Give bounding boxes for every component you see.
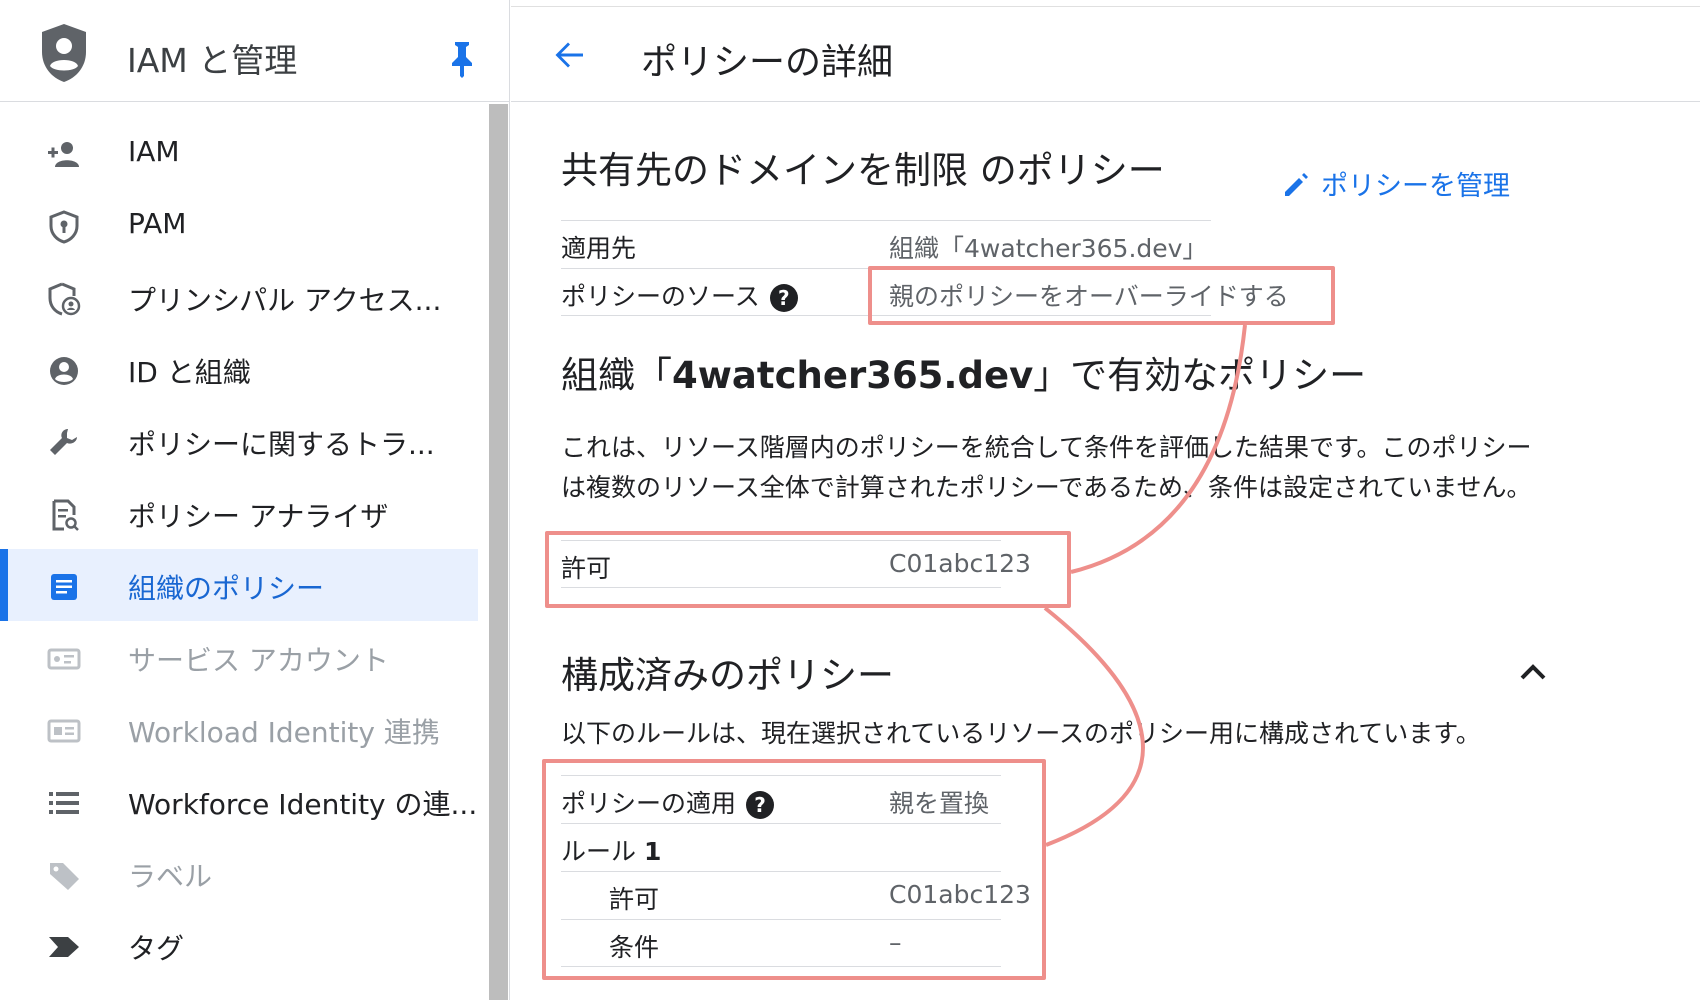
applies-to-value: 組織「4watcher365.dev」 [889, 234, 1208, 263]
sidebar-item-label: タグ [128, 932, 185, 965]
id-card-icon [47, 719, 81, 743]
effective-heading-suffix: 」で有効なポリシー [1033, 354, 1367, 397]
table-row: ポリシーの適用? 親を置換 [561, 775, 1001, 823]
effective-policy-table: 許可 C01abc123 [561, 540, 1031, 588]
label-icon [50, 863, 79, 890]
help-icon[interactable]: ? [746, 791, 775, 819]
table-row: 許可 C01abc123 [561, 540, 1031, 588]
sidebar-item-label: Workforce Identity の連... [128, 788, 478, 821]
enforcement-value: 親を置換 [889, 789, 990, 818]
policy-source-key-label: ポリシーのソース [561, 282, 760, 311]
sidebar-item-pam[interactable]: PAM [0, 189, 478, 261]
table-row: 適用先 組織「4watcher365.dev」 [561, 220, 1211, 268]
sidebar-item-labels[interactable]: ラベル [0, 837, 478, 909]
sidebar-item-policy-troubleshooter[interactable]: ポリシーに関するトラ... [0, 405, 478, 477]
rule-condition-key: 条件 [609, 933, 660, 962]
pin-icon[interactable] [448, 40, 476, 78]
list-icon [49, 792, 79, 814]
configured-policy-description: 以下のルールは、現在選択されているリソースのポリシー用に構成されています。 [561, 719, 1481, 748]
sidebar-header: IAM と管理 [0, 6, 510, 102]
policy-source-key: ポリシーのソース? [561, 277, 798, 313]
rule-allow-key: 許可 [609, 885, 660, 914]
wrench-icon [50, 429, 77, 455]
person-add-icon [48, 142, 79, 167]
sidebar-item-iam[interactable]: IAM [0, 117, 478, 189]
sidebar-title: IAM と管理 [127, 41, 298, 80]
sidebar-item-label: 組織のポリシー [128, 572, 325, 605]
sidebar-scrollbar[interactable] [489, 104, 508, 1000]
rule-number: 1 [643, 837, 662, 866]
manage-policy-label: ポリシーを管理 [1321, 171, 1510, 202]
rule-condition-value: – [889, 928, 902, 957]
iam-shield-logo-icon [42, 24, 86, 82]
sidebar-item-workload-identity[interactable]: Workload Identity 連携 [0, 693, 478, 765]
service-account-icon [47, 648, 81, 670]
sidebar-item-tags[interactable]: タグ [0, 909, 478, 981]
effective-desc-line: これは、リソース階層内のポリシーを統合して条件を評価した結果です。このポリシー [561, 433, 1532, 462]
policy-info-table: 適用先 組織「4watcher365.dev」 ポリシーのソース? 親のポリシー… [561, 220, 1289, 316]
page-header: ポリシーの詳細 [511, 6, 1700, 102]
allow-value: C01abc123 [889, 549, 1031, 578]
table-row: 条件 – [561, 919, 1001, 967]
pencil-icon [1285, 172, 1308, 196]
manage-policy-button[interactable]: ポリシーを管理 [1281, 164, 1510, 203]
chevron-up-icon[interactable] [1511, 650, 1555, 694]
sidebar-item-label: IAM [128, 135, 180, 168]
sidebar-item-label: ポリシーに関するトラ... [128, 428, 435, 461]
table-row: 許可 C01abc123 [561, 871, 1031, 919]
allow-key: 許可 [561, 554, 612, 583]
sidebar-item-principal-access[interactable]: プリンシパル アクセス... [0, 261, 478, 333]
sidebar-item-label: PAM [128, 207, 187, 240]
sidebar-item-org-policies[interactable]: 組織のポリシー [0, 549, 478, 621]
sidebar-item-label: プリンシパル アクセス... [128, 284, 442, 317]
effective-heading-prefix: 組織「 [561, 354, 672, 397]
shield-icon [49, 210, 79, 244]
tag-arrow-icon [49, 937, 79, 957]
sidebar-nav: IAM PAM プリンシパル アクセス... ID と組織 ポリシーに関するトラ… [0, 117, 478, 981]
configured-policy-table: ポリシーの適用? 親を置換 ルール 1 許可 C01abc123 条件 – [561, 775, 1031, 967]
rule-allow-value: C01abc123 [889, 880, 1031, 909]
configured-policy-heading: 構成済みのポリシー [561, 654, 894, 697]
policy-source-value: 親のポリシーをオーバーライドする [889, 282, 1289, 311]
shield-user-icon [48, 282, 81, 316]
sidebar-item-workforce-identity[interactable]: Workforce Identity の連... [0, 765, 478, 837]
table-row: ルール 1 [561, 823, 1001, 871]
document-search-icon [52, 499, 79, 531]
enforcement-key: ポリシーの適用? [561, 784, 775, 820]
list-box-icon [51, 574, 77, 600]
effective-heading-org: 4watcher365.dev [672, 354, 1034, 397]
effective-policy-description: これは、リソース階層内のポリシーを統合して条件を評価した結果です。このポリシー … [561, 428, 1601, 508]
help-icon[interactable]: ? [769, 284, 798, 312]
page-title: ポリシーの詳細 [641, 42, 894, 83]
effective-policy-heading: 組織「4watcher365.dev」で有効なポリシー [561, 345, 1366, 399]
sidebar: IAM と管理 IAM PAM プリンシパル アクセス... ID と組織 ポリ… [0, 0, 510, 1000]
sidebar-item-policy-analyzer[interactable]: ポリシー アナライザ [0, 477, 478, 549]
applies-to-key: 適用先 [561, 234, 637, 263]
rule-label-text: ルール [561, 837, 644, 866]
sidebar-item-label: ラベル [128, 860, 213, 893]
table-row: ポリシーのソース? 親のポリシーをオーバーライドする [561, 268, 1289, 316]
sidebar-item-service-accounts[interactable]: サービス アカウント [0, 621, 478, 693]
main-content: ポリシーの詳細 共有先のドメインを制限 のポリシー ポリシーを管理 適用先 組織… [511, 0, 1700, 1000]
rule-label: ルール 1 [561, 832, 661, 868]
sidebar-item-label: ID と組織 [128, 356, 251, 389]
sidebar-item-label: ポリシー アナライザ [128, 500, 389, 533]
policy-heading: 共有先のドメインを制限 のポリシー [561, 149, 1165, 192]
sidebar-item-label: Workload Identity 連携 [128, 716, 440, 749]
enforcement-key-label: ポリシーの適用 [561, 789, 737, 818]
account-circle-icon [50, 357, 78, 385]
sidebar-item-label: サービス アカウント [128, 644, 389, 677]
sidebar-item-identity-org[interactable]: ID と組織 [0, 333, 478, 405]
effective-desc-line: は複数のリソース全体で計算されたポリシーであるため、条件は設定されていません。 [561, 473, 1532, 502]
back-arrow-icon[interactable] [549, 35, 589, 75]
